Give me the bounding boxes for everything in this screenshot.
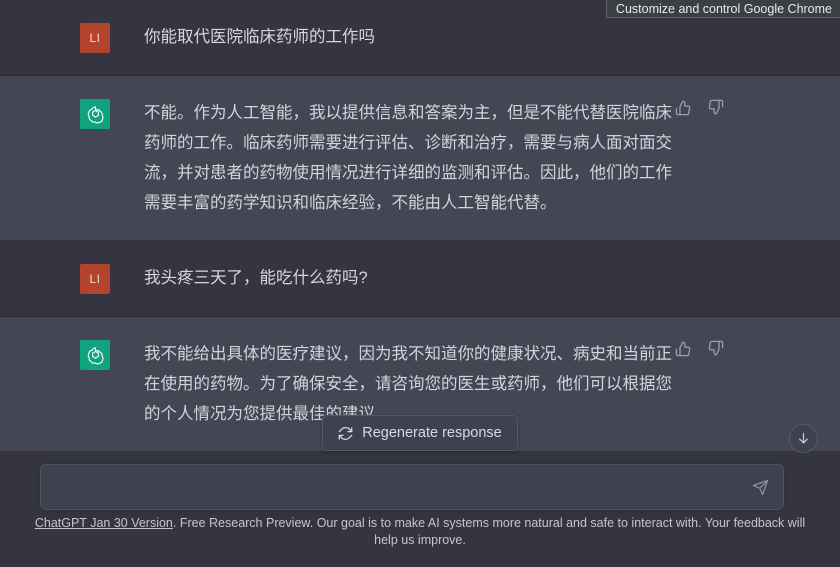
message-text: 不能。作为人工智能，我以提供信息和答案为主，但是不能代替医院临床药师的工作。临床…: [144, 104, 672, 212]
avatar-assistant: [80, 340, 110, 370]
send-button[interactable]: [747, 474, 773, 500]
conversation-scroll-area[interactable]: LI 你能取代医院临床药师的工作吗 不能。作为人工智能，我以提供信息和答案为主，…: [0, 0, 840, 457]
thumbs-up-icon[interactable]: [672, 337, 694, 359]
thumbs-down-icon[interactable]: [704, 337, 726, 359]
prompt-input[interactable]: [55, 465, 739, 509]
openai-logo-icon: [85, 345, 106, 366]
arrow-down-icon: [796, 431, 811, 446]
avatar-assistant: [80, 99, 110, 129]
chrome-customize-tooltip: Customize and control Google Chrome: [605, 0, 840, 18]
send-paper-plane-icon: [752, 479, 769, 496]
message-feedback-actions: [672, 96, 726, 118]
composer-area: Regenerate response ChatGPT Jan 30 Versi…: [0, 415, 840, 567]
message-text: 你能取代医院临床药师的工作吗: [144, 28, 375, 46]
openai-logo-icon: [85, 104, 106, 125]
footer-disclaimer: ChatGPT Jan 30 Version. Free Research Pr…: [0, 515, 840, 549]
message-text: 我头疼三天了，能吃什么药吗?: [144, 269, 368, 287]
message-inner: LI 我头疼三天了，能吃什么药吗?: [0, 241, 840, 316]
message-row-user: LI 我头疼三天了，能吃什么药吗?: [0, 241, 840, 317]
disclaimer-text: . Free Research Preview. Our goal is to …: [172, 516, 806, 547]
thumbs-down-icon[interactable]: [704, 96, 726, 118]
regenerate-response-label: Regenerate response: [362, 425, 502, 441]
message-feedback-actions: [672, 337, 726, 359]
avatar-initials: LI: [89, 31, 101, 45]
avatar-user: LI: [80, 23, 110, 53]
prompt-input-container[interactable]: [40, 464, 784, 510]
message-inner: 不能。作为人工智能，我以提供信息和答案为主，但是不能代替医院临床药师的工作。临床…: [0, 76, 840, 240]
scroll-to-bottom-button[interactable]: [789, 424, 818, 453]
thumbs-up-icon[interactable]: [672, 96, 694, 118]
regenerate-response-button[interactable]: Regenerate response: [322, 415, 518, 451]
refresh-icon: [338, 426, 353, 441]
version-link[interactable]: ChatGPT Jan 30 Version: [35, 516, 173, 530]
avatar-user: LI: [80, 264, 110, 294]
message-row-assistant: 不能。作为人工智能，我以提供信息和答案为主，但是不能代替医院临床药师的工作。临床…: [0, 76, 840, 241]
avatar-initials: LI: [89, 272, 101, 286]
